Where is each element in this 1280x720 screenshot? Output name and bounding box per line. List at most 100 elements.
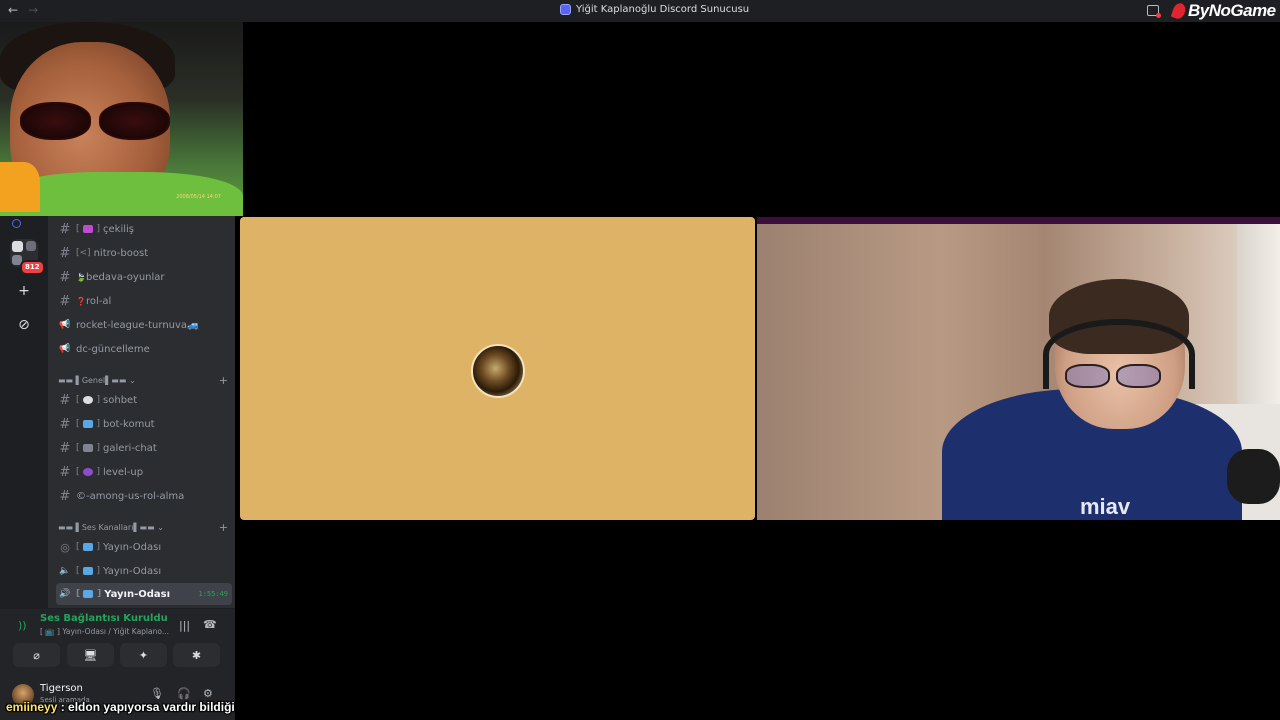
channel-label: bedava-oyunlar <box>85 271 165 283</box>
question-emoji: ❓ <box>76 296 86 306</box>
category-line: ▌▬▬ ⌄ <box>105 375 136 385</box>
voice-channel-path[interactable]: [ 📺 ] Yayın-Odası / Yiğit Kaplano... <box>40 627 169 636</box>
video-participant-tile[interactable]: miav <box>757 217 1280 520</box>
channel-cekilis[interactable]: # [ ] çekiliş <box>56 218 232 240</box>
settings-gear-icon[interactable]: ⚙ <box>203 687 213 700</box>
tv-emoji-icon <box>82 543 93 551</box>
tv-emoji-icon <box>82 567 93 575</box>
brand-text: ByNoGame <box>1188 1 1276 20</box>
category-label: Ses Kanalları <box>81 522 134 532</box>
channel-bracket: [ <box>76 419 80 429</box>
explore-icon[interactable]: ⊘ <box>10 311 38 339</box>
channel-dc-guncelleme[interactable]: 📢 dc-güncelleme <box>56 338 232 360</box>
voice-channel-yayin-odasi-2[interactable]: 🔈 [ ] Yayın-Odası <box>56 560 232 582</box>
mention-badge: 812 <box>20 260 45 275</box>
back-arrow-icon[interactable]: ← <box>8 3 18 17</box>
stream-chat-message: emiineyy : eldon yapıyorsa vardır bildiğ… <box>6 700 235 714</box>
channel-bot-komut[interactable]: # [ ] bot-komut <box>56 413 232 435</box>
window-title: Yiğit Kaplanoğlu Discord Sunucusu <box>560 4 749 15</box>
voice-status[interactable]: Ses Bağlantısı Kuruldu <box>40 613 168 624</box>
hash-icon: # <box>59 245 71 261</box>
channel-among-us-rol-alma[interactable]: # ©-among-us-rol-alma <box>56 485 232 507</box>
leaf-emoji: 🍃 <box>76 272 86 282</box>
voice-channel-yayin-odasi-1[interactable]: ◎ [ ] Yayın-Odası <box>56 536 232 558</box>
forward-arrow-icon[interactable]: → <box>28 3 38 17</box>
hash-icon: # <box>59 416 71 432</box>
category-label: Genel <box>81 375 106 385</box>
hash-icon: # <box>59 293 71 309</box>
category-line: ▬▬ ▌ <box>58 375 82 385</box>
channel-rol-al[interactable]: # ❓ rol-al <box>56 290 232 312</box>
channel-bracket-close: ] <box>97 589 102 599</box>
channel-bracket: [ <box>76 467 80 477</box>
server-icon <box>560 4 571 15</box>
channel-bedava-oyunlar[interactable]: # 🍃 bedava-oyunlar <box>56 266 232 288</box>
hash-icon: # <box>59 392 71 408</box>
camera-off-button[interactable]: ⌀ <box>13 643 60 667</box>
channel-bracket-close: ] <box>96 467 101 477</box>
video-curtain <box>1237 224 1280 424</box>
inbox-icon[interactable] <box>1147 5 1161 18</box>
channel-label: bot-komut <box>103 418 155 430</box>
hash-icon: # <box>59 269 71 285</box>
megaphone-icon: 📢 <box>59 344 71 354</box>
screen-share-button[interactable]: 🖥 <box>67 643 114 667</box>
flame-icon <box>1170 1 1188 21</box>
microphone-icon[interactable]: 🎙 <box>150 687 164 700</box>
window-title-text: Yiğit Kaplanoğlu Discord Sunucusu <box>576 4 750 15</box>
add-server-icon[interactable]: + <box>10 277 38 305</box>
username[interactable]: Tigerson <box>40 683 83 694</box>
channel-label: sohbet <box>103 394 138 406</box>
channel-bracket: [ <box>76 395 80 405</box>
home-indicator-icon[interactable] <box>12 219 21 228</box>
channel-bracket: [<] <box>76 248 91 258</box>
emoji-icon <box>82 225 93 233</box>
hash-icon: # <box>59 221 71 237</box>
noise-suppression-icon[interactable]: ||| <box>179 619 190 632</box>
hash-icon: # <box>59 464 71 480</box>
photo-timestamp: 2008/05/14 14:07 <box>176 194 221 200</box>
channel-label: ©-among-us-rol-alma <box>76 490 185 502</box>
voice-timer: 1:55:49 <box>198 590 228 598</box>
category-line: ▬▬ ▌ <box>58 522 82 532</box>
channel-level-up[interactable]: # [ ] level-up <box>56 461 232 483</box>
channel-bracket: [ <box>76 443 80 453</box>
soundboard-button[interactable]: ✱ <box>173 643 220 667</box>
speech-bubble-icon <box>82 396 93 404</box>
video-microphone <box>1227 449 1280 504</box>
channel-bracket-close: ] <box>96 542 101 552</box>
nav-arrows: ← → <box>8 3 38 17</box>
channel-list: # [ ] çekiliş # [<] nitro-boost # 🍃 beda… <box>48 216 235 608</box>
channel-label: galeri-chat <box>103 442 157 454</box>
channel-bracket-close: ] <box>96 395 101 405</box>
channel-label: level-up <box>103 466 144 478</box>
voice-channel-yayin-odasi-active[interactable]: 🔊 [ ] Yayın-Odası 1:55:49 <box>56 583 232 605</box>
hash-icon: # <box>59 488 71 504</box>
chat-text: : eldon yapıyorsa vardır bildiği <box>60 700 235 714</box>
stage-icon: ◎ <box>60 540 70 554</box>
chat-nickname: emiineyy <box>6 700 58 714</box>
add-channel-icon[interactable]: + <box>219 374 228 387</box>
channel-rocket-league-turnuva[interactable]: 📢 rocket-league-turnuva🚙 <box>56 314 232 336</box>
video-glasses <box>1065 364 1161 388</box>
channel-label: rol-al <box>85 295 112 307</box>
shirt-print: miav <box>1080 494 1131 519</box>
participant-avatar <box>471 344 525 398</box>
activities-button[interactable]: ✦ <box>120 643 167 667</box>
category-ses-kanallari[interactable]: ▬▬ ▌ Ses Kanalları ▌▬▬ ⌄ + <box>58 520 228 534</box>
channel-galeri-chat[interactable]: # [ ] galeri-chat <box>56 437 232 459</box>
channel-bracket: [ <box>76 224 80 234</box>
disconnect-icon[interactable]: ☎ <box>203 618 217 631</box>
title-bar: ← → Yiğit Kaplanoğlu Discord Sunucusu By… <box>0 0 1280 22</box>
voice-participant-tile[interactable] <box>240 217 755 520</box>
channel-nitro-boost[interactable]: # [<] nitro-boost <box>56 242 232 264</box>
headset-icon[interactable]: 🎧 <box>177 687 191 700</box>
channel-bracket: [ <box>76 542 80 552</box>
add-channel-icon[interactable]: + <box>219 521 228 534</box>
channel-bracket-close: ] <box>96 443 101 453</box>
signal-icon[interactable]: )) <box>18 619 27 632</box>
webcam-overlay: 2008/05/14 14:07 <box>0 22 243 216</box>
voice-connection-panel: )) Ses Bağlantısı Kuruldu [ 📺 ] Yayın-Od… <box>0 608 235 680</box>
category-genel[interactable]: ▬▬ ▌ Genel ▌▬▬ ⌄ + <box>58 373 228 387</box>
channel-sohbet[interactable]: # [ ] sohbet <box>56 389 232 411</box>
